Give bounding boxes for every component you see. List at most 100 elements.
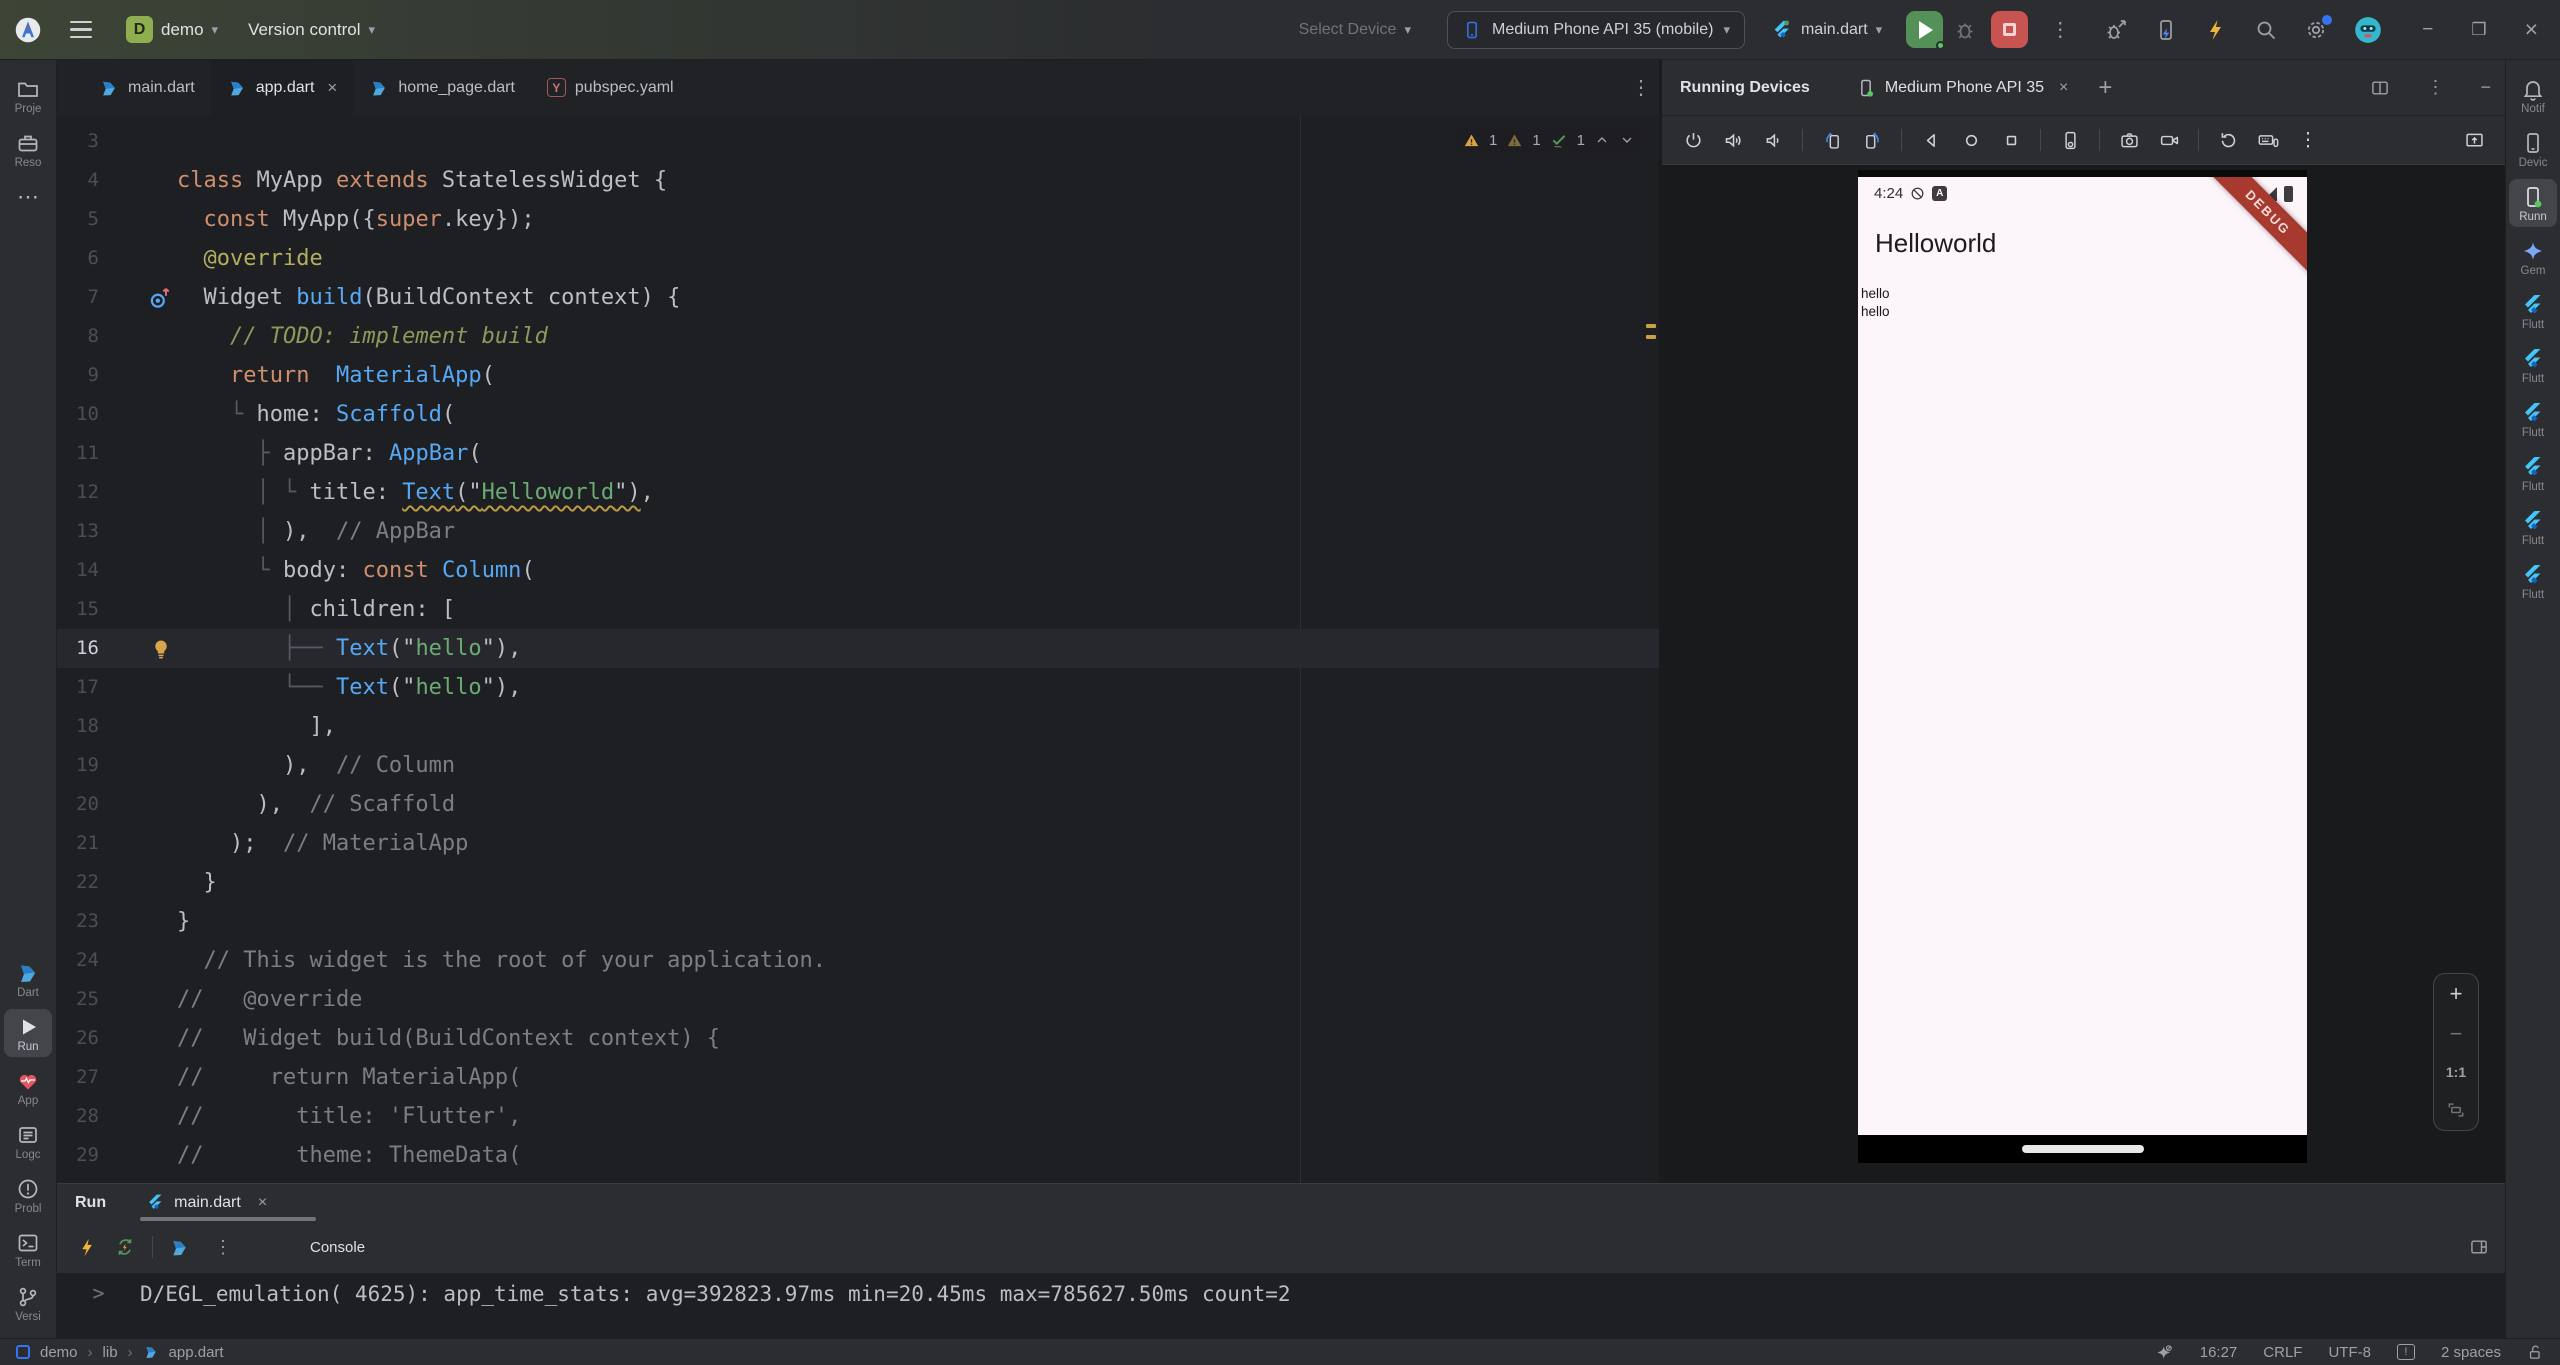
code-line-25[interactable]: 25// @override	[57, 980, 1659, 1019]
rotate-right-icon[interactable]	[1855, 124, 1889, 156]
code-line-3[interactable]: 3	[57, 122, 1659, 161]
more-options-icon[interactable]: ⋮	[206, 1237, 240, 1258]
more-actions-icon[interactable]: ⋮	[2042, 17, 2078, 42]
gutter[interactable]	[113, 1058, 177, 1097]
line-number[interactable]: 19	[57, 746, 113, 785]
hot-restart-icon[interactable]	[114, 1236, 136, 1258]
stripe-item-notifications[interactable]: Notif	[2509, 71, 2557, 119]
gutter[interactable]	[113, 200, 177, 239]
editor-tab-app.dart[interactable]: app.dart×	[211, 60, 354, 115]
search-icon[interactable]	[2254, 18, 2278, 42]
devtools-icon[interactable]	[2154, 18, 2178, 42]
gutter[interactable]	[113, 317, 177, 356]
code-line-7[interactable]: 7 Widget build(BuildContext context) {	[57, 278, 1659, 317]
avatar[interactable]	[2354, 16, 2382, 44]
stripe-item-logcat[interactable]: Logc	[4, 1117, 52, 1165]
screenshot-icon[interactable]	[2112, 124, 2146, 156]
line-number[interactable]: 10	[57, 395, 113, 434]
gutter[interactable]	[113, 629, 177, 668]
stripe-item-version-control[interactable]: Versi	[4, 1279, 52, 1327]
add-device-button[interactable]: +	[2098, 74, 2112, 102]
stripe-item-dart-analysis[interactable]: Dart	[4, 955, 52, 1003]
vcs-widget[interactable]: Version control ▾	[238, 14, 385, 46]
code-line-5[interactable]: 5 const MyApp({super.key});	[57, 200, 1659, 239]
gesture-pill[interactable]	[2022, 1145, 2144, 1153]
gutter[interactable]	[113, 278, 177, 317]
line-number[interactable]: 27	[57, 1058, 113, 1097]
line-number[interactable]: 24	[57, 941, 113, 980]
stripe-item-run[interactable]: Run	[4, 1009, 52, 1057]
code-line-28[interactable]: 28// title: 'Flutter',	[57, 1097, 1659, 1136]
rotate-left-icon[interactable]	[1815, 124, 1849, 156]
device-settings-icon[interactable]	[2053, 124, 2087, 156]
zoom-in-button[interactable]: +	[2450, 984, 2463, 1004]
code-line-16[interactable]: 16 ├── Text("hello"),	[57, 629, 1659, 668]
device-selector[interactable]: Medium Phone API 35 (mobile) ▾	[1447, 11, 1745, 49]
run-button[interactable]	[1906, 11, 1943, 48]
stripe-item-resource-manager[interactable]: Reso	[4, 125, 52, 173]
line-number[interactable]: 12	[57, 473, 113, 512]
main-menu-icon[interactable]	[70, 21, 92, 38]
stripe-item-terminal[interactable]: Term	[4, 1225, 52, 1273]
gutter[interactable]	[113, 863, 177, 902]
stripe-item-app-quality-insights[interactable]: App	[4, 1063, 52, 1111]
gutter[interactable]	[113, 1136, 177, 1175]
gutter[interactable]	[113, 707, 177, 746]
gutter[interactable]	[113, 434, 177, 473]
code-line-18[interactable]: 18 ],	[57, 707, 1659, 746]
code-editor[interactable]: 34class MyApp extends StatelessWidget {5…	[57, 116, 1659, 1183]
scrollbar-warning-mark[interactable]	[1646, 335, 1656, 339]
line-number[interactable]: 28	[57, 1097, 113, 1136]
nav-overview-icon[interactable]	[1994, 124, 2028, 156]
stripe-item-flutter-tool-2[interactable]: Flutt	[2509, 341, 2557, 389]
code-line-17[interactable]: 17 └── Text("hello"),	[57, 668, 1659, 707]
code-line-8[interactable]: 8 // TODO: implement build	[57, 317, 1659, 356]
screen-record-icon[interactable]	[2152, 124, 2186, 156]
device-tab[interactable]: Medium Phone API 35 ×	[1848, 78, 2077, 98]
line-number[interactable]: 23	[57, 902, 113, 941]
code-line-15[interactable]: 15 │ children: [	[57, 590, 1659, 629]
gutter[interactable]	[113, 161, 177, 200]
line-number[interactable]: 22	[57, 863, 113, 902]
line-number[interactable]: 17	[57, 668, 113, 707]
hide-panel-icon[interactable]: −	[2480, 77, 2491, 98]
line-number[interactable]: 13	[57, 512, 113, 551]
intention-bulb-icon[interactable]	[149, 637, 173, 661]
line-number[interactable]: 29	[57, 1136, 113, 1175]
code-line-27[interactable]: 27// return MaterialApp(	[57, 1058, 1659, 1097]
panel-options-icon[interactable]: ⋮	[2418, 77, 2452, 98]
line-number[interactable]: 21	[57, 824, 113, 863]
gutter[interactable]	[113, 1019, 177, 1058]
code-line-11[interactable]: 11 ├ appBar: AppBar(	[57, 434, 1659, 473]
gutter[interactable]	[113, 824, 177, 863]
volume-up-icon[interactable]	[1716, 124, 1750, 156]
select-device-dropdown[interactable]: Select Device ▾	[1299, 21, 1411, 39]
zoom-out-button[interactable]: −	[2450, 1024, 2463, 1044]
stop-button[interactable]	[1991, 11, 2028, 48]
gutter[interactable]	[113, 785, 177, 824]
line-number[interactable]: 11	[57, 434, 113, 473]
breadcrumb-file[interactable]: app.dart	[169, 1344, 224, 1361]
stripe-item-gemini[interactable]: Gem	[2509, 233, 2557, 281]
line-number[interactable]: 6	[57, 239, 113, 278]
line-number[interactable]: 15	[57, 590, 113, 629]
next-problem-icon[interactable]	[1619, 132, 1635, 148]
layout-settings-icon[interactable]	[2469, 1237, 2489, 1257]
stripe-item-flutter-tool-5[interactable]: Flutt	[2509, 503, 2557, 551]
gutter[interactable]	[113, 902, 177, 941]
volume-down-icon[interactable]	[1756, 124, 1790, 156]
gutter[interactable]	[113, 356, 177, 395]
console-output[interactable]: > D/EGL_emulation( 4625): app_time_stats…	[57, 1273, 2505, 1338]
settings-icon[interactable]	[2304, 18, 2328, 42]
zoom-actual-size-button[interactable]: 1:1	[2446, 1064, 2466, 1080]
code-line-24[interactable]: 24 // This widget is the root of your ap…	[57, 941, 1659, 980]
code-line-9[interactable]: 9 return MaterialApp(	[57, 356, 1659, 395]
close-tab-icon[interactable]: ×	[327, 78, 337, 98]
nav-back-icon[interactable]	[1914, 124, 1948, 156]
kebab-icon[interactable]: ⋮	[2291, 124, 2325, 156]
gutter[interactable]	[113, 941, 177, 980]
gutter[interactable]	[113, 551, 177, 590]
code-line-13[interactable]: 13 │ ), // AppBar	[57, 512, 1659, 551]
project-widget[interactable]: D demo ▾	[116, 10, 228, 49]
stripe-item-flutter-tool-4[interactable]: Flutt	[2509, 449, 2557, 497]
